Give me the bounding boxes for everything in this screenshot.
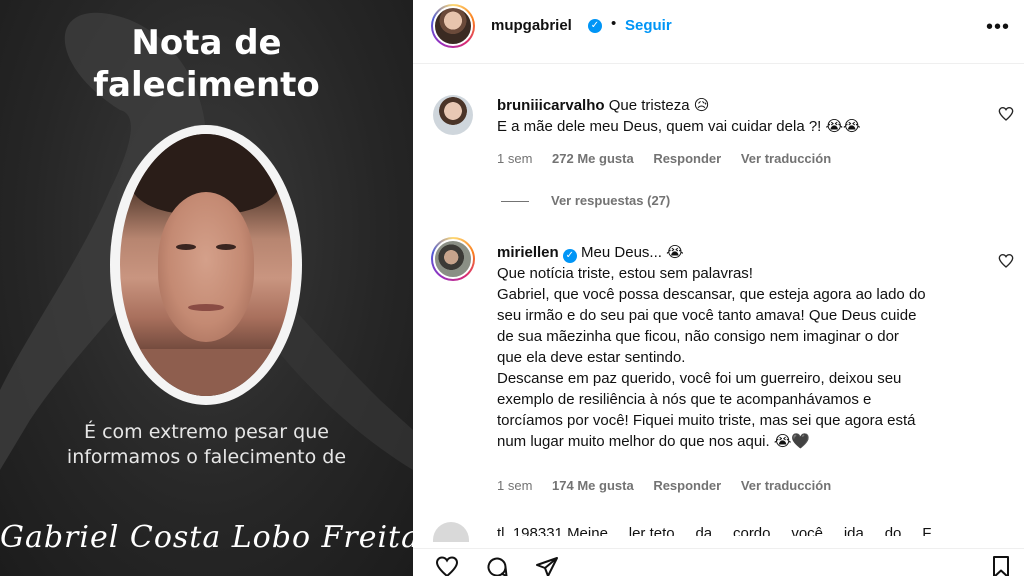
comment-likes[interactable]: 272 Me gusta (552, 151, 634, 166)
reply-button[interactable]: Responder (653, 151, 721, 166)
comment-text-partial: tl_198331 Meine ... ler teto ... da ... … (497, 525, 932, 536)
comments-panel: mupgabriel ✓ • Seguir ••• bruniiicarvalh… (413, 0, 1024, 576)
comment-avatar[interactable] (433, 95, 473, 135)
comment-text: bruniiicarvalho Que tristeza 😥 E a mãe d… (497, 95, 977, 137)
portrait-photo (120, 134, 292, 396)
like-heart-icon[interactable] (435, 555, 459, 576)
portrait-eye-right (216, 244, 236, 250)
signature-name: Gabriel Costa Lobo Freitas (0, 520, 413, 555)
comment-line: de sua mãezinha que ficou, não consigo n… (497, 328, 899, 345)
notice-text-line1: É com extremo pesar que (84, 421, 329, 443)
share-send-icon[interactable] (535, 555, 559, 576)
owner-avatar[interactable] (431, 4, 475, 48)
notice-title: Nota de falecimento (0, 22, 413, 106)
comment-line: exemplo de resiliência à nós que te acom… (497, 391, 872, 408)
like-heart-icon[interactable] (998, 253, 1014, 269)
post-header: mupgabriel ✓ • Seguir ••• (413, 0, 1024, 64)
comment-avatar[interactable] (433, 522, 469, 542)
comment-username[interactable]: bruniiicarvalho (497, 97, 605, 114)
view-replies-button[interactable]: Ver respuestas (27) (501, 193, 670, 208)
notice-text: É com extremo pesar que informamos o fal… (0, 420, 413, 470)
header-separator: • (611, 15, 617, 32)
comment-line: torcíamos por você! Fiquei muito triste,… (497, 412, 916, 429)
notice-title-line1: Nota de (131, 23, 282, 63)
comment-meta: 1 sem 174 Me gusta Responder Ver traducc… (497, 478, 847, 493)
post-image[interactable]: Nota de falecimento É com extremo pesar … (0, 0, 413, 576)
portrait-face (158, 192, 254, 342)
translate-button[interactable]: Ver traducción (741, 478, 831, 493)
verified-badge-icon: ✓ (588, 19, 602, 33)
notice-text-line2: informamos o falecimento de (66, 446, 347, 468)
comment-line: Descanse em paz querido, você foi um gue… (497, 370, 902, 387)
comment-meta: 1 sem 272 Me gusta Responder Ver traducc… (497, 151, 847, 166)
more-horizontal-icon[interactable]: ••• (986, 16, 1010, 39)
bookmark-save-icon[interactable] (989, 555, 1013, 576)
owner-username[interactable]: mupgabriel (491, 17, 572, 34)
comment-line: Gabriel, que você possa descansar, que e… (497, 286, 926, 303)
verified-badge-icon: ✓ (562, 249, 577, 263)
comment-line: seu irmão e do seu pai que você tanto am… (497, 307, 917, 324)
comment-likes[interactable]: 174 Me gusta (552, 478, 634, 493)
comment-line: que ela deve estar sentindo. (497, 349, 686, 366)
comment-line: E a mãe dele meu Deus, quem vai cuidar d… (497, 118, 861, 135)
comment-line: num lugar muito melhor do que nos aqui. … (497, 433, 811, 450)
follow-button[interactable]: Seguir (625, 17, 672, 34)
comment-username[interactable]: miriellen (497, 244, 559, 261)
comment-time: 1 sem (497, 151, 533, 166)
reply-button[interactable]: Responder (653, 478, 721, 493)
portrait-chest (120, 349, 292, 396)
comment-bubble-icon[interactable] (485, 555, 509, 576)
comment-time: 1 sem (497, 478, 533, 493)
comment-text: miriellen ✓ Meu Deus... 😭 Que notícia tr… (497, 242, 977, 452)
comment-line: Meu Deus... 😭 (581, 244, 684, 261)
portrait-mouth (188, 304, 224, 311)
like-heart-icon[interactable] (998, 106, 1014, 122)
comment-line: Que notícia triste, estou sem palavras! (497, 265, 753, 282)
comment-line: Que tristeza 😥 (608, 97, 710, 114)
portrait-eye-left (176, 244, 196, 250)
post-actions-bar (413, 548, 1024, 576)
comment-avatar[interactable] (431, 237, 475, 281)
translate-button[interactable]: Ver traducción (741, 151, 831, 166)
notice-title-line2: falecimento (93, 65, 320, 105)
